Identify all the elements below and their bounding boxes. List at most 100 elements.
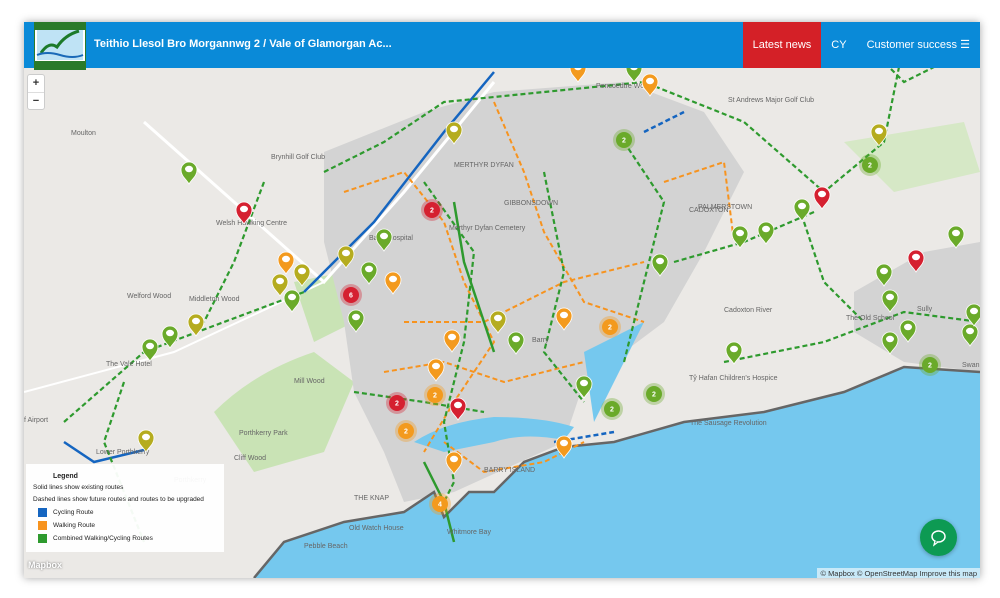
cluster-count: 2 <box>433 393 437 400</box>
place-label: Swan <box>962 362 980 369</box>
speech-bubble-icon <box>342 249 350 257</box>
place-label: Porthkerry Park <box>239 430 288 437</box>
place-label: Cliff Wood <box>234 455 266 462</box>
location-marker <box>180 161 198 185</box>
place-label: Pebble Beach <box>304 543 348 550</box>
location-marker <box>161 325 179 349</box>
speech-bubble-icon <box>185 165 193 173</box>
legend-panel: Legend Solid lines show existing routes … <box>26 464 224 552</box>
speech-bubble-icon <box>656 257 664 265</box>
speech-bubble-icon <box>454 401 462 409</box>
legend-item-walking: Walking Route <box>38 521 224 530</box>
walking-swatch <box>38 521 47 530</box>
legend-label: Walking Route <box>53 522 96 529</box>
legend-dashed-note: Dashed lines show future routes and rout… <box>33 496 204 503</box>
speech-bubble-icon <box>142 433 150 441</box>
park-area <box>214 352 354 472</box>
speech-bubble-icon <box>560 311 568 319</box>
place-label: Barry <box>532 337 549 344</box>
location-marker <box>277 251 295 275</box>
speech-bubble-icon <box>352 313 360 321</box>
speech-bubble-icon <box>762 225 770 233</box>
speech-bubble-icon <box>580 379 588 387</box>
legend-label: Cycling Route <box>53 509 94 516</box>
place-label: Lower Porthkerry <box>96 449 150 456</box>
speech-bubble-icon <box>970 307 978 315</box>
mapbox-logo[interactable]: Mapbox <box>28 560 62 570</box>
place-label: BARRY ISLAND <box>484 467 535 474</box>
cluster-count: 2 <box>622 138 626 145</box>
speech-bubble-icon <box>904 323 912 331</box>
page-title: Teithio Llesol Bro Morgannwg 2 / Vale of… <box>94 38 392 50</box>
cluster-count: 2 <box>404 429 408 436</box>
place-label: CADOXTON <box>689 207 729 214</box>
zoom-out-button[interactable]: − <box>28 93 44 110</box>
latest-news-link[interactable]: Latest news <box>742 22 822 68</box>
chat-button[interactable] <box>920 519 957 556</box>
place-label: Welford Wood <box>127 293 171 300</box>
location-marker <box>187 313 205 337</box>
speech-bubble-icon <box>880 267 888 275</box>
legend-title: Legend <box>53 473 78 480</box>
top-nav: Latest news CY Customer success ☰ <box>742 22 980 68</box>
legend-solid-note: Solid lines show existing routes <box>33 484 124 491</box>
speech-bubble-icon <box>912 253 920 261</box>
speech-bubble-icon <box>450 455 458 463</box>
cluster-count: 2 <box>430 208 434 215</box>
speech-bubble-icon <box>798 202 806 210</box>
speech-bubble-icon <box>560 439 568 447</box>
place-label: Merthyr Dyfan Cemetery <box>449 225 526 232</box>
speech-bubble-icon <box>450 125 458 133</box>
logo[interactable] <box>34 22 86 70</box>
place-label: Welsh Hawking Centre <box>216 220 287 227</box>
place-label: Old Watch House <box>349 525 404 532</box>
location-marker <box>947 225 965 249</box>
speech-bubble-icon <box>966 327 974 335</box>
combined-swatch <box>38 534 47 543</box>
speech-bubble-icon <box>646 77 654 85</box>
cluster-count: 6 <box>349 293 353 300</box>
cluster-count: 2 <box>395 401 399 408</box>
cluster-count: 2 <box>608 325 612 332</box>
header-bar: Teithio Llesol Bro Morgannwg 2 / Vale of… <box>24 22 980 70</box>
speech-bubble-icon <box>380 232 388 240</box>
customer-success-menu[interactable]: Customer success ☰ <box>857 22 980 68</box>
speech-bubble-icon <box>730 345 738 353</box>
zoom-in-button[interactable]: + <box>28 75 44 93</box>
language-toggle[interactable]: CY <box>821 22 856 68</box>
speech-bubble-icon <box>448 333 456 341</box>
map-attribution[interactable]: © Mapbox © OpenStreetMap Improve this ma… <box>817 568 980 578</box>
location-marker <box>757 221 775 245</box>
place-label: f Airport <box>24 417 48 424</box>
app-window: Moulton Welsh Hawking Centre Brynhill Golf… <box>24 22 980 578</box>
speech-bubble-icon <box>192 317 200 325</box>
speech-bubble-icon <box>931 530 946 547</box>
legend-label: Combined Walking/Cycling Routes <box>53 535 153 542</box>
place-label: Whitmore Bay <box>447 529 491 536</box>
place-label: Tŷ Hafan Children's Hospice <box>689 375 778 382</box>
place-label: THE KNAP <box>354 495 389 502</box>
place-label: Moulton <box>71 130 96 137</box>
speech-bubble-icon <box>288 293 296 301</box>
place-label: MERTHYR DYFAN <box>454 162 514 169</box>
location-marker <box>283 289 301 313</box>
cycling-swatch <box>38 508 47 517</box>
speech-bubble-icon <box>240 205 248 213</box>
place-label: The Sausage Revolution <box>690 420 767 427</box>
speech-bubble-icon <box>282 255 290 263</box>
place-label: Sully <box>917 306 933 313</box>
cluster-count: 4 <box>438 502 442 509</box>
speech-bubble-icon <box>818 190 826 198</box>
speech-bubble-icon <box>736 229 744 237</box>
place-label: Cadoxton River <box>724 307 773 314</box>
zoom-control: + − <box>27 74 45 110</box>
cluster-count: 2 <box>928 363 932 370</box>
place-label: St Andrews Major Golf Club <box>728 97 814 104</box>
location-marker <box>793 198 811 222</box>
speech-bubble-icon <box>365 265 373 273</box>
place-label: Middleton Wood <box>189 296 240 303</box>
legend-item-combined: Combined Walking/Cycling Routes <box>38 534 224 543</box>
place-label: The Old School <box>846 315 895 322</box>
speech-bubble-icon <box>389 275 397 283</box>
place-label: Brynhill Golf Club <box>271 154 325 161</box>
